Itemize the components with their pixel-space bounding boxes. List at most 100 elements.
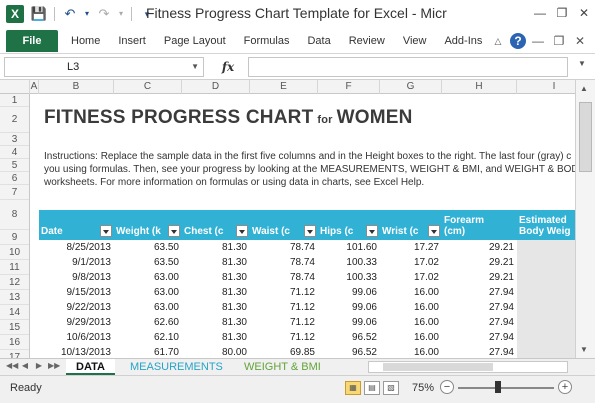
cell-chest[interactable]: 81.30 — [182, 285, 250, 300]
cell-date[interactable]: 9/1/2013 — [39, 255, 114, 270]
next-sheet-icon[interactable]: ▶ — [34, 361, 44, 370]
sheet-tab-measurements[interactable]: MEASUREMENTS — [120, 359, 233, 375]
row-header[interactable]: 6 — [0, 172, 29, 185]
cell-forearm[interactable]: 27.94 — [442, 300, 517, 315]
tab-insert[interactable]: Insert — [109, 28, 155, 54]
cell-hips[interactable]: 101.60 — [318, 240, 380, 255]
vertical-scroll-thumb[interactable] — [579, 102, 592, 172]
cell-estimated-body-weight[interactable] — [517, 315, 575, 330]
cell-forearm[interactable]: 27.94 — [442, 315, 517, 330]
column-header[interactable]: H — [442, 80, 517, 94]
cell-chest[interactable]: 81.30 — [182, 240, 250, 255]
normal-view-icon[interactable]: ▦ — [345, 381, 361, 395]
cell-date[interactable]: 10/13/2013 — [39, 345, 114, 358]
expand-formula-bar-icon[interactable]: ▼ — [575, 59, 589, 75]
cell-date[interactable]: 9/22/2013 — [39, 300, 114, 315]
cell-forearm[interactable]: 29.21 — [442, 255, 517, 270]
row-header[interactable]: 11 — [0, 260, 29, 275]
row-header[interactable]: 15 — [0, 320, 29, 335]
cell-estimated-body-weight[interactable] — [517, 285, 575, 300]
cell-weight[interactable]: 62.10 — [114, 330, 182, 345]
cell-chest[interactable]: 81.30 — [182, 330, 250, 345]
column-header[interactable]: E — [250, 80, 318, 94]
cell-hips[interactable]: 99.06 — [318, 300, 380, 315]
filter-dropdown-icon[interactable] — [304, 225, 316, 237]
scroll-down-icon[interactable]: ▼ — [580, 345, 588, 354]
cell-estimated-body-weight[interactable] — [517, 330, 575, 345]
cell-waist[interactable]: 71.12 — [250, 285, 318, 300]
cell-estimated-body-weight[interactable] — [517, 270, 575, 285]
cell-wrist[interactable]: 16.00 — [380, 285, 442, 300]
tab-home[interactable]: Home — [62, 28, 109, 54]
sheet-tab-data[interactable]: DATA — [66, 359, 115, 375]
row-header[interactable]: 8 — [0, 200, 29, 230]
cell-wrist[interactable]: 17.02 — [380, 255, 442, 270]
cell-waist[interactable]: 71.12 — [250, 330, 318, 345]
select-all-corner[interactable] — [0, 80, 30, 94]
cell-hips[interactable]: 96.52 — [318, 330, 380, 345]
filter-dropdown-icon[interactable] — [236, 225, 248, 237]
cell-date[interactable]: 8/25/2013 — [39, 240, 114, 255]
cell-date[interactable]: 10/6/2013 — [39, 330, 114, 345]
tab-view[interactable]: View — [394, 28, 436, 54]
cell-hips[interactable]: 99.06 — [318, 315, 380, 330]
redo-dropdown-icon[interactable]: ▾ — [117, 4, 125, 24]
cell-wrist[interactable]: 16.00 — [380, 345, 442, 358]
row-header[interactable]: 14 — [0, 305, 29, 320]
minimize-ribbon-icon[interactable]: △ — [489, 31, 507, 51]
close-icon[interactable]: ✕ — [573, 0, 595, 26]
cell-estimated-body-weight[interactable] — [517, 300, 575, 315]
row-header[interactable]: 9 — [0, 230, 29, 245]
row-header[interactable]: 17 — [0, 350, 29, 358]
sheet-tab-weight-bmi[interactable]: WEIGHT & BMI — [234, 359, 331, 375]
cell-weight[interactable]: 63.00 — [114, 270, 182, 285]
filter-dropdown-icon[interactable] — [100, 225, 112, 237]
cell-wrist[interactable]: 16.00 — [380, 315, 442, 330]
undo-dropdown-icon[interactable]: ▾ — [83, 4, 91, 24]
cell-weight[interactable]: 63.00 — [114, 300, 182, 315]
row-header[interactable]: 7 — [0, 185, 29, 200]
cell-chest[interactable]: 81.30 — [182, 255, 250, 270]
cell-hips[interactable]: 99.06 — [318, 285, 380, 300]
cell-estimated-body-weight[interactable] — [517, 345, 575, 358]
horizontal-scroll-thumb[interactable] — [383, 363, 493, 371]
cell-chest[interactable]: 81.30 — [182, 300, 250, 315]
cell-hips[interactable]: 100.33 — [318, 255, 380, 270]
cell-wrist[interactable]: 16.00 — [380, 300, 442, 315]
horizontal-scrollbar[interactable] — [368, 361, 568, 373]
column-header[interactable]: A — [30, 80, 39, 94]
zoom-out-button[interactable]: − — [440, 380, 454, 394]
save-icon[interactable]: 💾 — [30, 4, 48, 24]
page-layout-view-icon[interactable]: ▤ — [364, 381, 380, 395]
zoom-in-button[interactable]: + — [558, 380, 572, 394]
vertical-scrollbar[interactable]: ▲ ▼ — [575, 80, 595, 358]
prev-sheet-icon[interactable]: ◀ — [20, 361, 30, 370]
row-header[interactable]: 13 — [0, 290, 29, 305]
filter-dropdown-icon[interactable] — [168, 225, 180, 237]
formula-input[interactable] — [248, 57, 568, 77]
page-break-view-icon[interactable]: ▧ — [383, 381, 399, 395]
column-header[interactable]: G — [380, 80, 442, 94]
row-header[interactable]: 10 — [0, 245, 29, 260]
cell-waist[interactable]: 69.85 — [250, 345, 318, 358]
cell-chest[interactable]: 81.30 — [182, 270, 250, 285]
row-header[interactable]: 1 — [0, 94, 29, 107]
zoom-slider[interactable] — [458, 387, 554, 389]
workbook-restore-icon[interactable]: ❐ — [550, 31, 568, 51]
filter-dropdown-icon[interactable] — [428, 225, 440, 237]
tab-review[interactable]: Review — [340, 28, 394, 54]
redo-icon[interactable]: ↷ — [95, 4, 113, 24]
row-header[interactable]: 5 — [0, 159, 29, 172]
worksheet-grid[interactable]: A B C D E F G H I 1 2 3 4 5 6 7 8 9 10 1… — [0, 80, 575, 358]
insert-function-button[interactable]: fx — [210, 57, 246, 77]
zoom-slider-handle[interactable] — [495, 381, 502, 393]
column-header[interactable]: B — [39, 80, 114, 94]
cell-estimated-body-weight[interactable] — [517, 255, 575, 270]
row-header[interactable]: 16 — [0, 335, 29, 350]
restore-icon[interactable]: ❐ — [551, 0, 573, 26]
help-icon[interactable]: ? — [510, 33, 526, 49]
chevron-down-icon[interactable]: ▼ — [191, 58, 199, 76]
cell-weight[interactable]: 61.70 — [114, 345, 182, 358]
cell-waist[interactable]: 78.74 — [250, 240, 318, 255]
row-header[interactable]: 12 — [0, 275, 29, 290]
